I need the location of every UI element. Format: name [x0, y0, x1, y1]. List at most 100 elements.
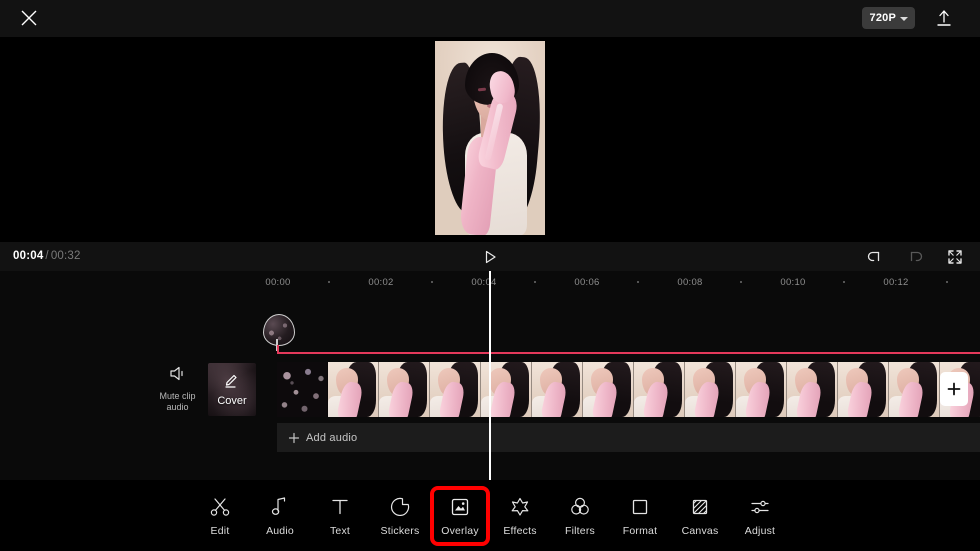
undo-button[interactable] — [864, 247, 886, 267]
video-clip-filmstrip[interactable] — [277, 362, 980, 417]
tool-label: Overlay — [441, 524, 479, 537]
tool-label: Audio — [266, 524, 294, 537]
tool-audio[interactable]: Audio — [250, 486, 310, 546]
playback-actions — [864, 247, 966, 267]
pencil-icon — [223, 372, 241, 393]
add-audio-label: Add audio — [306, 431, 358, 444]
canvas-hatch-icon — [689, 496, 711, 518]
mute-clip-audio-button[interactable]: Mute clip audio — [155, 365, 200, 413]
time-readout: 00:04/00:32 — [13, 250, 81, 262]
filmstrip-frame — [328, 362, 379, 417]
filmstrip-frame — [379, 362, 430, 417]
mute-label-line1: Mute clip — [159, 391, 196, 401]
export-button[interactable] — [932, 6, 956, 30]
tool-label: Adjust — [744, 524, 776, 537]
tool-edit[interactable]: Edit — [190, 486, 250, 546]
ruler-tick-label: 00:00 — [265, 277, 291, 288]
tool-label: Text — [329, 524, 351, 537]
filmstrip-frame — [634, 362, 685, 417]
chevron-down-icon — [900, 16, 908, 21]
fullscreen-icon — [948, 250, 962, 264]
ruler-tick-dot — [637, 281, 639, 283]
current-time: 00:04 — [13, 250, 44, 262]
video-editor-app: 720P 00:04 / 00:32 00:00 00:02 00:04 00:… — [0, 0, 980, 551]
ruler-tick-dot — [740, 281, 742, 283]
filmstrip-frame — [787, 362, 838, 417]
filmstrip-frame — [430, 362, 481, 417]
undo-icon — [867, 251, 880, 262]
sliders-icon — [749, 496, 771, 518]
ruler-tick-label: 00:06 — [574, 277, 600, 288]
filmstrip-frame — [532, 362, 583, 417]
tool-overlay[interactable]: Overlay — [430, 486, 490, 546]
sticker-icon — [389, 496, 411, 518]
close-button[interactable] — [15, 4, 43, 32]
playback-bar: 00:04/00:32 — [0, 242, 980, 271]
total-time: 00:32 — [50, 250, 81, 262]
mute-label-line2: audio — [166, 402, 189, 412]
video-preview[interactable] — [435, 41, 545, 235]
play-button[interactable] — [478, 247, 502, 267]
filmstrip-frame — [889, 362, 940, 417]
tool-label: Format — [622, 524, 658, 537]
add-clip-button[interactable] — [940, 372, 968, 406]
top-bar: 720P — [0, 0, 980, 37]
mute-clip-audio-label: Mute clip audio — [155, 391, 200, 413]
filmstrip-frame — [838, 362, 889, 417]
overlay-icon — [449, 496, 471, 518]
ruler-tick-dot — [843, 281, 845, 283]
cover-button[interactable]: Cover — [208, 363, 256, 416]
close-icon — [21, 10, 37, 26]
tool-adjust[interactable]: Adjust — [730, 486, 790, 546]
ruler-tick-label: 00:02 — [368, 277, 394, 288]
ruler-tick-dot — [328, 281, 330, 283]
clip-selection-line — [277, 352, 980, 354]
ruler-tick-dot — [946, 281, 948, 283]
filters-circles-icon — [569, 496, 591, 518]
tool-filters[interactable]: Filters — [550, 486, 610, 546]
bottom-toolbar: Edit Audio Text Stickers Overlay Effects… — [0, 480, 980, 551]
cover-label: Cover — [217, 395, 247, 407]
ruler-tick-label: 00:10 — [780, 277, 806, 288]
tool-label: Stickers — [380, 524, 420, 537]
sparkle-star-icon — [509, 496, 531, 518]
scissors-icon — [209, 496, 231, 518]
ruler-tick-label: 00:04 — [471, 277, 497, 288]
playhead[interactable] — [489, 271, 491, 480]
music-note-icon — [269, 496, 291, 518]
filmstrip-frame — [277, 362, 328, 417]
resolution-button[interactable]: 720P — [861, 7, 915, 29]
tool-format[interactable]: Format — [610, 486, 670, 546]
tool-label: Effects — [503, 524, 537, 537]
preview-area — [0, 37, 980, 242]
tool-list: Edit Audio Text Stickers Overlay Effects… — [190, 486, 790, 546]
tool-canvas[interactable]: Canvas — [670, 486, 730, 546]
ruler-tick-dot — [431, 281, 433, 283]
filmstrip-frame — [583, 362, 634, 417]
play-icon — [485, 250, 496, 264]
square-icon — [629, 496, 651, 518]
ruler-tick-label: 00:08 — [677, 277, 703, 288]
fullscreen-button[interactable] — [944, 247, 966, 267]
tool-label: Edit — [210, 524, 230, 537]
plus-icon — [288, 432, 300, 443]
tool-text[interactable]: Text — [310, 486, 370, 546]
tool-effects[interactable]: Effects — [490, 486, 550, 546]
filmstrip-frame — [685, 362, 736, 417]
add-audio-track[interactable]: Add audio — [277, 423, 980, 452]
text-t-icon — [329, 496, 351, 518]
tool-label: Filters — [565, 524, 595, 537]
plus-icon — [947, 382, 961, 396]
ruler-tick-label: 00:12 — [883, 277, 909, 288]
ruler-tick-dot — [534, 281, 536, 283]
redo-icon — [910, 251, 923, 262]
redo-button[interactable] — [904, 247, 926, 267]
resolution-label: 720P — [869, 12, 896, 24]
time-separator: / — [45, 250, 49, 262]
speaker-icon — [169, 366, 183, 381]
upload-icon — [937, 10, 951, 26]
tool-label: Canvas — [681, 524, 719, 537]
marker-thumbnail — [263, 314, 295, 346]
filmstrip-frame — [736, 362, 787, 417]
tool-stickers[interactable]: Stickers — [370, 486, 430, 546]
